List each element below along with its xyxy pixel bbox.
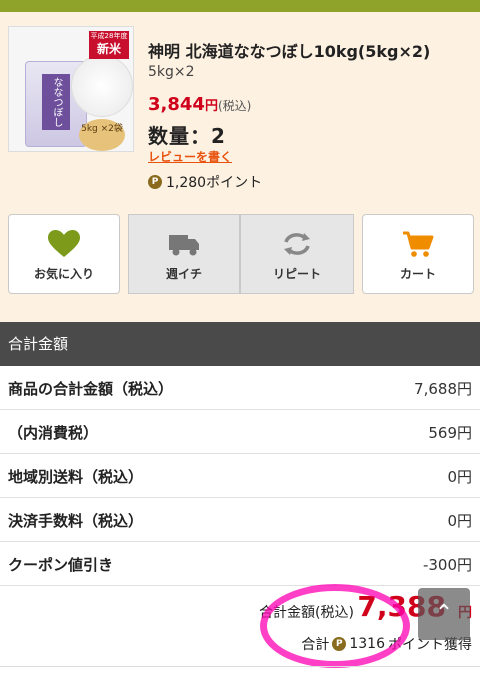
weight-coin: 5kg ×2袋: [79, 119, 125, 151]
product-image[interactable]: ななつぼし 平成28年度 新米 5kg ×2袋: [8, 26, 134, 152]
chevron-up-icon: ⌃: [434, 601, 454, 626]
summary-row-label: 決済手数料（税込）: [8, 512, 144, 530]
summary-row-label: クーポン値引き: [8, 556, 114, 574]
write-review-link[interactable]: レビューを書く: [148, 148, 232, 165]
summary-row: 決済手数料（税込） 0円: [0, 498, 480, 542]
summary-row: クーポン値引き -300円: [0, 542, 480, 586]
point-icon: P: [148, 175, 162, 189]
product-subtitle: 5kg×2: [148, 64, 195, 80]
summary-row-value: 0円: [447, 468, 472, 486]
summary-row-value: 7,688円: [414, 380, 472, 398]
price-value: 3,844: [148, 94, 205, 115]
product-price: 3,844円(税込): [148, 94, 251, 115]
summary-row-label: 商品の合計金額（税込）: [8, 380, 174, 398]
cart-icon: [403, 231, 434, 257]
price-tax: (税込): [217, 99, 252, 113]
repeat-icon: [284, 233, 310, 255]
truck-icon: [169, 235, 199, 256]
scroll-to-top-button[interactable]: ⌃: [418, 588, 470, 640]
points-prefix: 合計: [301, 637, 330, 653]
top-bar: [0, 0, 480, 12]
total-section: 合計金額(税込) 7,388 円 合計 P 1316 ポイント獲得: [0, 586, 480, 673]
total-label: 合計金額(税込): [259, 605, 354, 621]
bag-label: ななつぼし: [42, 74, 70, 130]
quantity-label: 数量：2: [148, 124, 226, 148]
product-points: P 1,280ポイント: [148, 172, 262, 192]
point-icon: P: [332, 637, 347, 651]
summary-row-value: 569円: [428, 424, 472, 442]
cart-label: カート: [399, 267, 436, 281]
points-text: 1,280ポイント: [166, 175, 263, 191]
summary-row: （内消費税） 569円: [0, 410, 480, 454]
rice-bowl-image: [71, 55, 133, 117]
repeat-button[interactable]: リピート: [240, 214, 354, 294]
cart-button[interactable]: カート: [362, 214, 474, 294]
summary-row-value: -300円: [422, 556, 472, 574]
price-unit: 円: [204, 99, 218, 114]
weekly-label: 週イチ: [165, 267, 202, 281]
product-card: ななつぼし 平成28年度 新米 5kg ×2袋 神明 北海道ななつぼし10kg(…: [0, 12, 480, 322]
action-buttons: お気に入り 週イチ リピート カート: [8, 214, 474, 294]
summary-row-label: （内消費税）: [8, 424, 99, 442]
divider: [0, 666, 480, 667]
summary-row-value: 0円: [447, 512, 472, 530]
summary-row: 商品の合計金額（税込） 7,688円: [0, 366, 480, 410]
favorite-label: お気に入り: [33, 267, 94, 281]
summary-header: 合計金額: [0, 322, 480, 366]
points-value: 1316: [349, 636, 385, 652]
weekly-button[interactable]: 週イチ: [128, 214, 240, 294]
product-title[interactable]: 神明 北海道ななつぼし10kg(5kg×2): [148, 38, 430, 62]
repeat-label: リピート: [272, 267, 321, 281]
new-rice-badge: 平成28年度 新米: [89, 31, 129, 59]
favorite-button[interactable]: お気に入り: [8, 214, 120, 294]
summary-row-label: 地域別送料（税込）: [8, 468, 144, 486]
heart-icon: [48, 230, 80, 257]
badge-new: 新米: [96, 42, 121, 56]
summary-row: 地域別送料（税込） 0円: [0, 454, 480, 498]
badge-year: 平成28年度: [90, 32, 128, 40]
